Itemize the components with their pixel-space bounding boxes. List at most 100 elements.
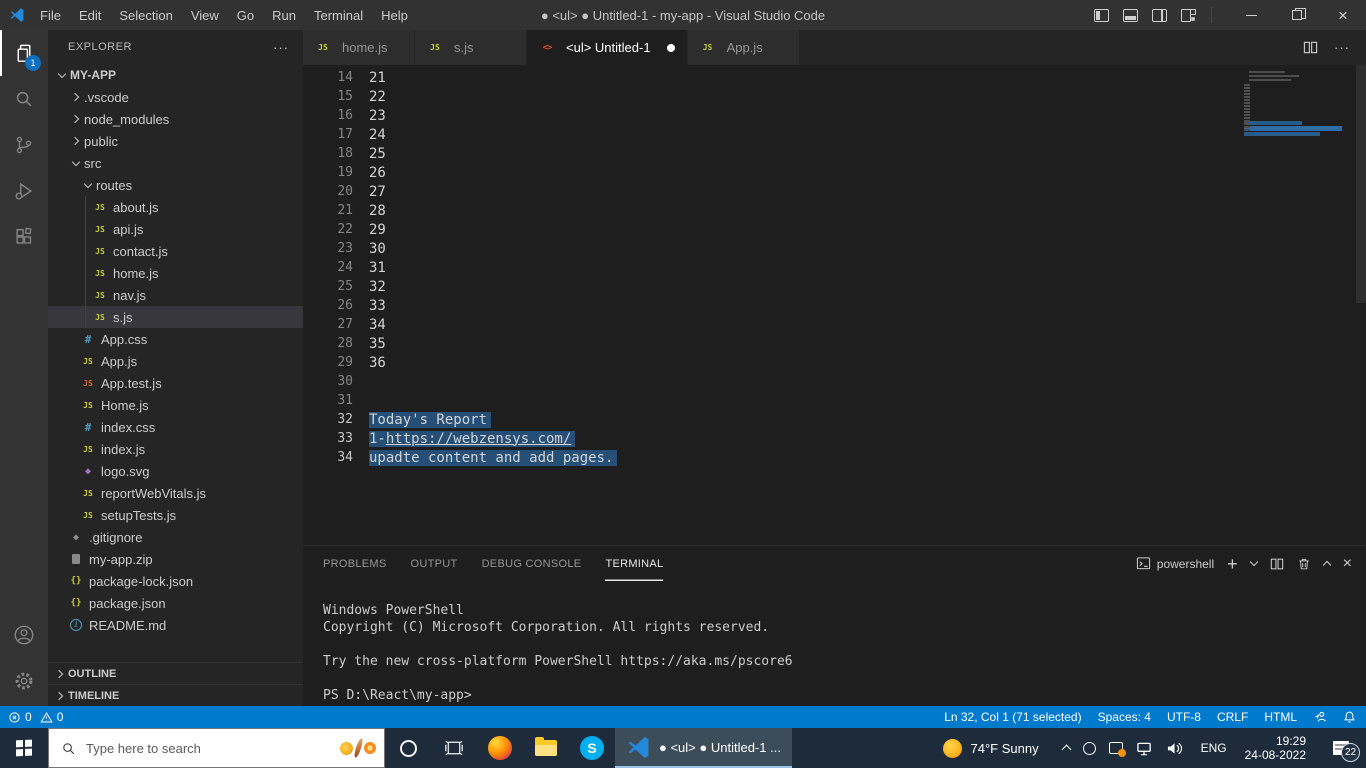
panel-tab-problems[interactable]: PROBLEMS bbox=[323, 546, 387, 581]
toggle-panel-icon[interactable] bbox=[1123, 8, 1138, 22]
code-editor[interactable]: 14 21 15 22 16 23 17 24 18 25 19 26 20 27 21 28 22 29 23 30… bbox=[303, 65, 1366, 545]
activity-extensions[interactable] bbox=[0, 214, 48, 260]
editor-line-17[interactable]: 17 24 bbox=[303, 125, 1366, 144]
menu-run[interactable]: Run bbox=[263, 0, 305, 30]
launch-profile-chevron-icon[interactable] bbox=[1249, 557, 1258, 567]
network-icon[interactable] bbox=[1136, 741, 1153, 756]
timeline-section[interactable]: TIMELINE bbox=[48, 684, 303, 706]
tree-item-reportWebVitals.js[interactable]: reportWebVitals.js bbox=[48, 482, 303, 504]
split-terminal-icon[interactable] bbox=[1270, 557, 1284, 571]
tab-home-js[interactable]: home.js bbox=[303, 30, 415, 65]
customize-layout-icon[interactable] bbox=[1181, 8, 1197, 22]
cortana-button[interactable] bbox=[385, 728, 431, 768]
activity-source-control[interactable] bbox=[0, 122, 48, 168]
editor-line-32[interactable]: 32 Today's Report bbox=[303, 410, 1366, 429]
minimap[interactable] bbox=[1244, 69, 1352, 181]
editor-more-actions-icon[interactable]: ··· bbox=[1334, 40, 1350, 55]
terminal-output[interactable]: Windows PowerShell Copyright (C) Microsof… bbox=[303, 581, 1366, 706]
tree-item-api.js[interactable]: api.js bbox=[48, 218, 303, 240]
tree-item-logo.svg[interactable]: logo.svg bbox=[48, 460, 303, 482]
tree-item-.gitignore[interactable]: .gitignore bbox=[48, 526, 303, 548]
tab-app-js[interactable]: App.js bbox=[687, 30, 800, 65]
tree-item-index.js[interactable]: index.js bbox=[48, 438, 303, 460]
tree-item-index.css[interactable]: index.css bbox=[48, 416, 303, 438]
indentation-status[interactable]: Spaces: 4 bbox=[1098, 710, 1151, 724]
weather-widget[interactable]: 74°F Sunny bbox=[929, 728, 1053, 768]
panel-tab-debug-console[interactable]: DEBUG CONSOLE bbox=[482, 546, 582, 581]
tree-item-routes[interactable]: routes bbox=[48, 174, 303, 196]
encoding-status[interactable]: UTF-8 bbox=[1167, 710, 1201, 724]
editor-line-14[interactable]: 14 21 bbox=[303, 68, 1366, 87]
editor-line-23[interactable]: 23 30 bbox=[303, 239, 1366, 258]
tree-item-src[interactable]: src bbox=[48, 152, 303, 174]
task-view-button[interactable] bbox=[431, 728, 477, 768]
file-explorer-button[interactable] bbox=[523, 728, 569, 768]
outline-section[interactable]: OUTLINE bbox=[48, 662, 303, 684]
editor-line-30[interactable]: 30 bbox=[303, 372, 1366, 391]
tree-item-App.js[interactable]: App.js bbox=[48, 350, 303, 372]
tab-s-js[interactable]: s.js bbox=[415, 30, 527, 65]
tree-item-s.js[interactable]: s.js bbox=[48, 306, 303, 328]
tree-root-my-app[interactable]: MY-APP bbox=[48, 64, 303, 86]
update-available-icon[interactable] bbox=[1108, 742, 1126, 757]
editor-line-31[interactable]: 31 bbox=[303, 391, 1366, 410]
settings-button[interactable] bbox=[0, 658, 48, 704]
tray-chevron-up-icon[interactable] bbox=[1061, 744, 1072, 755]
activity-run-debug[interactable] bbox=[0, 168, 48, 214]
editor-line-21[interactable]: 21 28 bbox=[303, 201, 1366, 220]
tree-item-setupTests.js[interactable]: setupTests.js bbox=[48, 504, 303, 526]
tree-item-.vscode[interactable]: .vscode bbox=[48, 86, 303, 108]
panel-tab-terminal[interactable]: TERMINAL bbox=[605, 546, 663, 581]
editor-scrollbar[interactable] bbox=[1356, 65, 1366, 303]
eol-status[interactable]: CRLF bbox=[1217, 710, 1248, 724]
vscode-taskbar-button[interactable]: ● <ul> ● Untitled-1 ... bbox=[615, 728, 792, 768]
editor-line-24[interactable]: 24 31 bbox=[303, 258, 1366, 277]
menu-selection[interactable]: Selection bbox=[110, 0, 181, 30]
menu-view[interactable]: View bbox=[182, 0, 228, 30]
editor-line-19[interactable]: 19 26 bbox=[303, 163, 1366, 182]
panel-tab-output[interactable]: OUTPUT bbox=[411, 546, 458, 581]
tree-item-home.js[interactable]: home.js bbox=[48, 262, 303, 284]
editor-line-16[interactable]: 16 23 bbox=[303, 106, 1366, 125]
menu-file[interactable]: File bbox=[31, 0, 70, 30]
keyboard-language[interactable]: ENG bbox=[1193, 728, 1235, 768]
tree-item-about.js[interactable]: about.js bbox=[48, 196, 303, 218]
menu-help[interactable]: Help bbox=[372, 0, 417, 30]
action-center-button[interactable]: 22 bbox=[1316, 728, 1366, 768]
editor-line-33[interactable]: 33 1-https://webzensys.com/ bbox=[303, 429, 1366, 448]
close-panel-icon[interactable]: × bbox=[1343, 555, 1352, 572]
restore-button[interactable] bbox=[1274, 0, 1320, 30]
menu-go[interactable]: Go bbox=[228, 0, 263, 30]
cortana-tray-icon[interactable] bbox=[1082, 741, 1096, 755]
new-terminal-icon[interactable]: + bbox=[1227, 555, 1238, 573]
tree-item-Home.js[interactable]: Home.js bbox=[48, 394, 303, 416]
editor-line-25[interactable]: 25 32 bbox=[303, 277, 1366, 296]
editor-line-15[interactable]: 15 22 bbox=[303, 87, 1366, 106]
skype-button[interactable]: S bbox=[569, 728, 615, 768]
menu-edit[interactable]: Edit bbox=[70, 0, 110, 30]
close-button[interactable]: × bbox=[1320, 0, 1366, 30]
tree-item-public[interactable]: public bbox=[48, 130, 303, 152]
tree-item-my-app.zip[interactable]: my-app.zip bbox=[48, 548, 303, 570]
tree-item-nav.js[interactable]: nav.js bbox=[48, 284, 303, 306]
start-button[interactable] bbox=[0, 728, 48, 768]
explorer-more-actions-icon[interactable]: ··· bbox=[273, 40, 289, 55]
clock-widget[interactable]: 19:29 24-08-2022 bbox=[1235, 728, 1316, 768]
tree-item-App.css[interactable]: App.css bbox=[48, 328, 303, 350]
editor-line-27[interactable]: 27 34 bbox=[303, 315, 1366, 334]
editor-line-18[interactable]: 18 25 bbox=[303, 144, 1366, 163]
activity-search[interactable] bbox=[0, 76, 48, 122]
volume-icon[interactable] bbox=[1166, 741, 1183, 756]
editor-line-34[interactable]: 34 upadte content and add pages. bbox=[303, 448, 1366, 467]
feedback-icon[interactable] bbox=[1313, 710, 1327, 724]
toggle-secondary-sidebar-icon[interactable] bbox=[1152, 8, 1167, 22]
editor-line-28[interactable]: 28 35 bbox=[303, 334, 1366, 353]
problems-status[interactable]: 0 0 bbox=[8, 710, 63, 724]
tree-item-contact.js[interactable]: contact.js bbox=[48, 240, 303, 262]
tree-item-App.test.js[interactable]: App.test.js bbox=[48, 372, 303, 394]
kill-terminal-icon[interactable] bbox=[1297, 557, 1311, 571]
maximize-panel-icon[interactable] bbox=[1322, 560, 1331, 570]
editor-line-29[interactable]: 29 36 bbox=[303, 353, 1366, 372]
tab-untitled-1[interactable]: <ul> Untitled-1 bbox=[527, 30, 688, 65]
activity-explorer[interactable]: 1 bbox=[0, 30, 48, 76]
